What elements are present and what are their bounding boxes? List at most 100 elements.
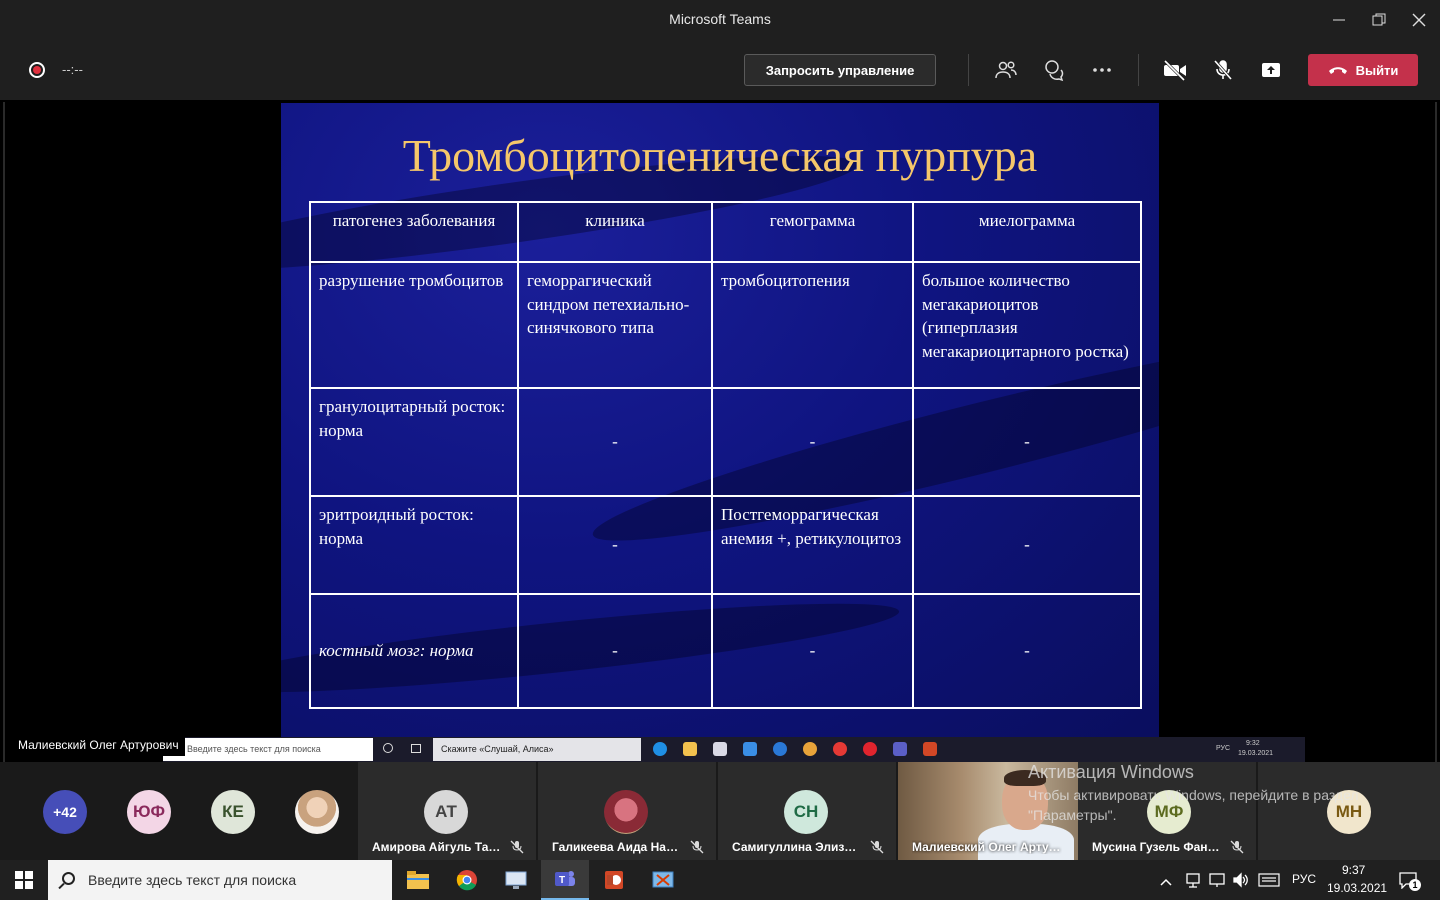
shared-screen-taskbar: Введите здесь текст для поиска Скажите «… — [163, 737, 1305, 762]
activation-title: Активация Windows — [1028, 762, 1194, 782]
shared-folder-icon — [683, 742, 697, 756]
teams-window: Microsoft Teams --:-- Запросить управлен… — [0, 0, 1440, 900]
table-cell: большое количество мегакариоцитов (гипер… — [912, 261, 1142, 389]
participant-tile[interactable]: Галикеева Аида Нази... — [538, 762, 716, 860]
table-row: гранулоцитарный росток: норма - - - — [309, 387, 1142, 497]
header-cell: клиника — [517, 201, 713, 263]
shared-screen-stage: Тромбоцитопеническая пурпура патогенез з… — [0, 100, 1440, 762]
participant-name: Мусина Гузель Фанис... — [1092, 840, 1222, 854]
powerpoint-icon[interactable] — [590, 860, 638, 900]
notifications-icon[interactable]: 1 — [1398, 871, 1421, 891]
toolbar-separator — [968, 54, 969, 86]
participant-strip: +42 ЮФ КЕ АТ Амирова Айгуль Таги... Гали… — [0, 762, 1440, 860]
taskbar-search-placeholder: Введите здесь текст для поиска — [88, 872, 297, 888]
language-indicator[interactable]: РУС — [1292, 872, 1316, 886]
chat-icon[interactable] — [1040, 56, 1068, 84]
remote-desktop-icon[interactable] — [492, 860, 540, 900]
svg-text:T: T — [559, 875, 565, 886]
participant-avatar: СН — [784, 790, 828, 834]
window-title: Microsoft Teams — [669, 11, 771, 27]
shared-mail-icon — [743, 742, 757, 756]
table-row: эритроидный росток: норма - Постгеморраг… — [309, 495, 1142, 595]
table-row: разрушение тромбоцитов геморрагический с… — [309, 261, 1142, 389]
close-button[interactable] — [1396, 0, 1440, 40]
participant-tile[interactable]: АТ Амирова Айгуль Таги... — [358, 762, 536, 860]
title-bar: Microsoft Teams — [0, 0, 1440, 40]
mic-off-icon[interactable] — [1209, 56, 1237, 84]
teams-taskbar-icon[interactable]: T — [541, 860, 589, 900]
more-options-icon[interactable] — [1088, 56, 1116, 84]
chrome-icon[interactable] — [443, 860, 491, 900]
mic-off-icon — [870, 840, 884, 854]
participant-avatar[interactable]: ЮФ — [127, 790, 171, 834]
keyboard-icon[interactable] — [1258, 873, 1280, 892]
toolbar-separator — [1138, 54, 1139, 86]
leave-button-label: Выйти — [1355, 62, 1399, 78]
table-cell: костный мозг: норма — [309, 593, 519, 709]
table-cell: - — [912, 593, 1142, 709]
shared-tray-date: 19.03.2021 — [1238, 750, 1274, 757]
table-cell: - — [517, 387, 713, 497]
camera-off-icon[interactable] — [1161, 56, 1189, 84]
participants-icon[interactable] — [992, 56, 1020, 84]
shared-task-view-icon — [411, 744, 421, 753]
request-control-button[interactable]: Запросить управление — [744, 54, 936, 86]
table-cell: эритроидный росток: норма — [309, 495, 519, 595]
network-icon[interactable] — [1184, 871, 1202, 894]
mic-off-icon — [690, 840, 704, 854]
leave-button[interactable]: Выйти — [1308, 54, 1418, 86]
shared-powerpoint-icon — [923, 742, 937, 756]
table-cell: - — [912, 387, 1142, 497]
volume-icon[interactable] — [1232, 871, 1250, 894]
table-row: костный мозг: норма - - - — [309, 593, 1142, 709]
meeting-toolbar: --:-- Запросить управление Выйти — [0, 40, 1440, 100]
presentation-slide: Тромбоцитопеническая пурпура патогенез з… — [281, 103, 1159, 741]
snipping-tool-icon[interactable] — [639, 860, 687, 900]
participant-name: Амирова Айгуль Таги... — [372, 840, 502, 854]
shared-yandex-icon — [833, 742, 847, 756]
shared-tray-time: 9:32 — [1246, 740, 1260, 747]
start-button[interactable] — [0, 860, 48, 900]
shared-search-box: Введите здесь текст для поиска — [163, 738, 373, 761]
notifications-count: 1 — [1409, 879, 1421, 891]
shared-ie-icon — [773, 742, 787, 756]
display-icon[interactable] — [1208, 871, 1226, 894]
mic-off-icon — [510, 840, 524, 854]
participant-name: Самигуллина Элиза ... — [732, 840, 862, 854]
search-icon — [62, 872, 75, 885]
table-cell: разрушение тромбоцитов — [309, 261, 519, 389]
taskbar-search-box[interactable]: Введите здесь текст для поиска — [48, 860, 392, 900]
participant-name: Галикеева Аида Нази... — [552, 840, 682, 854]
clock-date[interactable]: 19.03.2021 — [1327, 881, 1387, 895]
share-screen-icon[interactable] — [1257, 56, 1285, 84]
clock-time[interactable]: 9:37 — [1342, 863, 1365, 877]
windows-activation-watermark: Активация Windows Чтобы активировать Win… — [1028, 762, 1438, 825]
shared-store-icon — [713, 742, 727, 756]
participant-photo-avatar[interactable] — [295, 790, 339, 834]
header-cell: гемограмма — [711, 201, 914, 263]
participant-avatar: АТ — [424, 790, 468, 834]
windows-logo-icon — [15, 871, 33, 889]
file-explorer-icon[interactable] — [394, 860, 442, 900]
participant-tile[interactable]: СН Самигуллина Элиза ... — [718, 762, 896, 860]
table-cell: - — [912, 495, 1142, 595]
table-cell: гранулоцитарный росток: норма — [309, 387, 519, 497]
hang-up-icon — [1328, 67, 1347, 74]
participant-photo-avatar — [604, 790, 648, 834]
table-header-row: патогенез заболевания клиника гемограмма… — [309, 201, 1142, 263]
presenter-name-label: Малиевский Олег Артурович — [12, 734, 185, 756]
more-participants-button[interactable]: +42 — [43, 790, 87, 834]
table-cell: тромбоцитопения — [711, 261, 914, 389]
participant-name: Малиевский Олег Артуро... — [912, 840, 1062, 854]
table-cell: - — [711, 387, 914, 497]
activation-subtitle: Чтобы активировать Windows, перейдите в … — [1028, 787, 1359, 823]
header-cell: миелограмма — [912, 201, 1142, 263]
slide-title: Тромбоцитопеническая пурпура — [402, 130, 1038, 181]
windows-taskbar: Введите здесь текст для поиска T РУС 9:3… — [0, 860, 1440, 900]
tray-overflow-icon[interactable] — [1160, 874, 1172, 892]
shared-edge-icon — [653, 742, 667, 756]
header-cell: патогенез заболевания — [309, 201, 519, 263]
shared-chrome-icon — [803, 742, 817, 756]
participant-avatar[interactable]: КЕ — [211, 790, 255, 834]
shared-teams-icon — [893, 742, 907, 756]
